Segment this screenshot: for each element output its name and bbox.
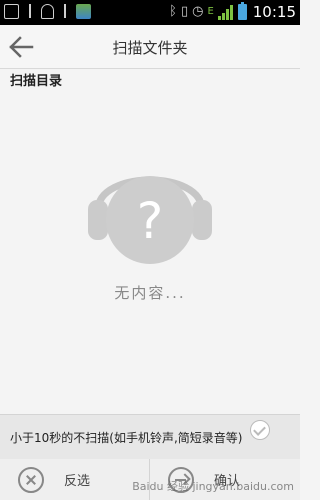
empty-state-text: 无内容... [114, 284, 186, 302]
notification-icon [4, 4, 19, 19]
usb-icon [25, 4, 35, 19]
gallery-icon [76, 4, 91, 19]
filter-note-text: 小于10秒的不扫描(如手机铃声,简短录音等) [10, 431, 243, 445]
usb-icon [60, 4, 70, 19]
status-bar: ᛒ ▯ ◷ E 10:15 [0, 0, 300, 25]
network-type: E [207, 6, 214, 17]
watermark: Baidu 经验 jingyan.baidu.com [132, 480, 294, 493]
section-title: 扫描目录 [10, 74, 63, 89]
android-icon [41, 4, 54, 19]
clock: 10:15 [252, 3, 296, 21]
signal-icon [217, 4, 234, 20]
close-icon [18, 466, 44, 493]
svg-text:?: ? [137, 192, 164, 250]
filter-note: 小于10秒的不扫描(如手机铃声,简短录音等) [0, 414, 300, 460]
system-icons: ᛒ ▯ ◷ E 10:15 [169, 2, 296, 21]
invert-selection-button[interactable]: 反选 [0, 459, 150, 500]
bluetooth-icon: ᛒ [169, 4, 177, 19]
page-title: 扫描文件夹 [112, 39, 188, 57]
filter-checkbox[interactable] [250, 420, 270, 440]
invert-selection-label: 反选 [64, 474, 91, 489]
headphones-question-icon: ? [88, 176, 212, 264]
notification-icons [4, 4, 91, 19]
vibrate-icon: ▯ [180, 4, 189, 19]
battery-icon [237, 2, 247, 20]
alarm-icon: ◷ [192, 4, 204, 19]
title-bar: 扫描文件夹 [0, 25, 300, 69]
